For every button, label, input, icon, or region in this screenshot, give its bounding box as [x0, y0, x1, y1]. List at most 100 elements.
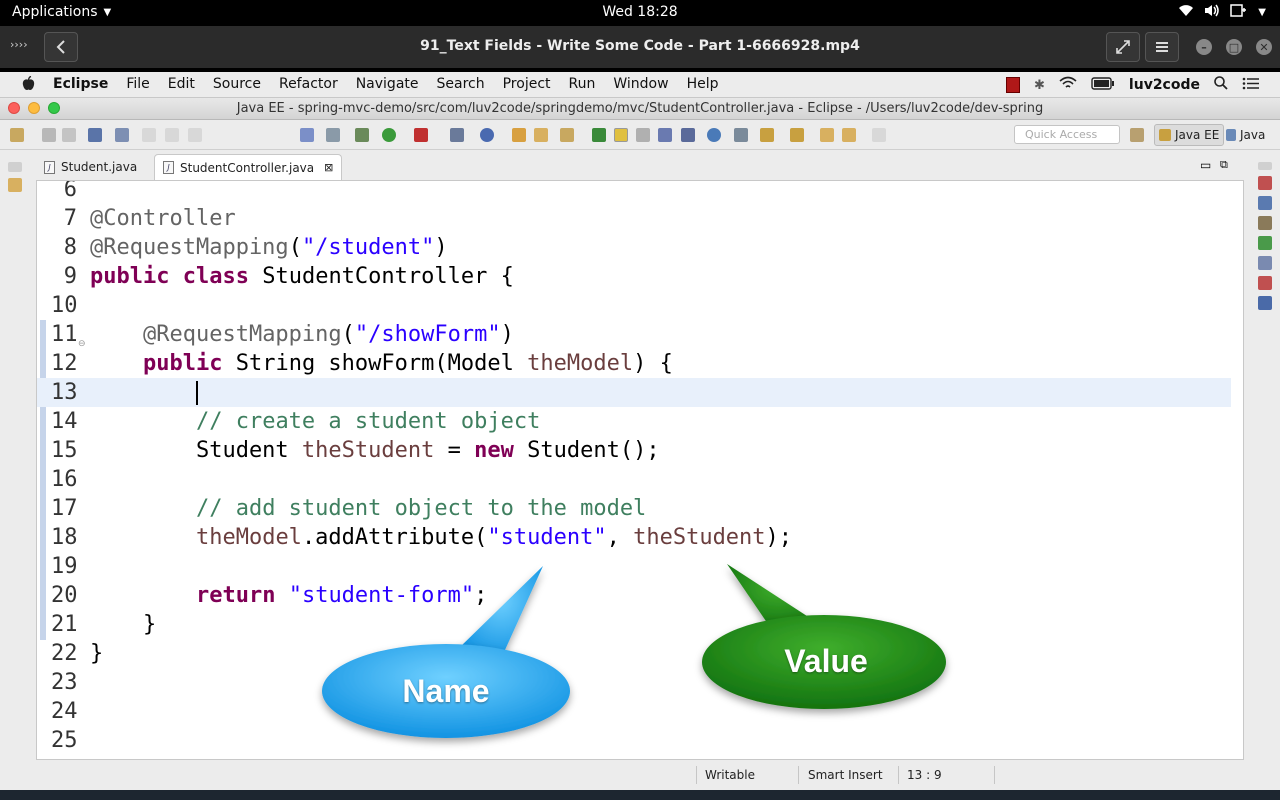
resume-icon[interactable] — [142, 128, 156, 142]
code-line[interactable]: 8 @RequestMapping("/student") — [37, 233, 1231, 262]
open-perspective-icon[interactable] — [1130, 128, 1144, 142]
code-text: // create a student object — [90, 407, 540, 436]
servers-icon[interactable] — [326, 128, 340, 142]
menu-project[interactable]: Project — [503, 76, 551, 95]
menu-file[interactable]: File — [126, 76, 149, 95]
back-icon[interactable] — [842, 128, 856, 142]
menu-window[interactable]: Window — [613, 76, 668, 95]
next-edit-icon[interactable] — [760, 128, 774, 142]
code-token: ( — [341, 322, 355, 347]
snippets-icon[interactable] — [1258, 256, 1272, 270]
code-line[interactable]: 25 — [37, 726, 1231, 755]
restore-icon[interactable] — [1258, 162, 1272, 170]
code-line[interactable]: 16 — [37, 465, 1231, 494]
code-line[interactable]: 14 // create a student object — [37, 407, 1231, 436]
next-annotation-icon[interactable] — [592, 128, 606, 142]
menu-eclipse[interactable]: Eclipse — [53, 76, 108, 95]
video-progress-strip[interactable] — [0, 790, 1280, 800]
paragraph-icon[interactable] — [681, 128, 695, 142]
code-line[interactable]: 9 public class StudentController { — [37, 262, 1231, 291]
wifi-status-icon[interactable] — [1059, 76, 1077, 94]
terminate-icon[interactable] — [188, 128, 202, 142]
previous-edit-icon[interactable] — [790, 128, 804, 142]
toggle-mark-occurrences-icon[interactable] — [614, 128, 628, 142]
terminal-icon[interactable] — [88, 128, 102, 142]
perspective-java-ee[interactable]: Java EE — [1154, 124, 1225, 146]
code-line[interactable]: 20 return "student-form"; — [37, 581, 1231, 610]
menu-edit[interactable]: Edit — [168, 76, 195, 95]
code-line[interactable]: 19 — [37, 552, 1231, 581]
code-line[interactable]: 15 Student theStudent = new Student(); — [37, 436, 1231, 465]
bluetooth-icon[interactable]: ✱ — [1034, 78, 1045, 93]
markers-icon[interactable] — [1258, 216, 1272, 230]
last-edit-location-icon[interactable] — [820, 128, 834, 142]
menu-source[interactable]: Source — [213, 76, 261, 95]
new-icon[interactable] — [10, 128, 24, 142]
edit-icon[interactable] — [560, 128, 574, 142]
new-server-icon[interactable] — [450, 128, 464, 142]
maximize-button[interactable]: □ — [1226, 39, 1242, 55]
run-icon[interactable] — [382, 128, 396, 142]
code-line[interactable]: 11 ⊖ @RequestMapping("/showForm") — [37, 320, 1231, 349]
restore-icon[interactable] — [8, 162, 22, 172]
save-all-icon[interactable] — [62, 128, 76, 142]
project-explorer-icon[interactable] — [8, 178, 22, 192]
recording-icon[interactable] — [1006, 77, 1021, 93]
external-tools-icon[interactable] — [414, 128, 428, 142]
code-line[interactable]: 24 — [37, 697, 1231, 726]
debug-icon[interactable] — [355, 128, 369, 142]
menu-run[interactable]: Run — [569, 76, 596, 95]
code-editor[interactable]: 6 7 @Controller 8 @RequestMapping("/student"… — [36, 180, 1244, 760]
code-line[interactable]: 12 public String showForm(Model theModel… — [37, 349, 1231, 378]
code-line[interactable]: 22} — [37, 639, 1231, 668]
minimize-editor-icon[interactable]: ▭ — [1200, 158, 1211, 172]
save-icon[interactable] — [42, 128, 56, 142]
code-line[interactable]: 13 — [37, 378, 1231, 407]
maximize-editor-icon[interactable]: ⧉ — [1220, 158, 1228, 172]
outline-icon[interactable] — [1258, 176, 1272, 190]
spotlight-search-icon[interactable] — [1214, 76, 1228, 94]
clock[interactable]: Wed 18:28 — [0, 4, 1280, 20]
fullscreen-button[interactable] — [1106, 32, 1140, 62]
menu-refactor[interactable]: Refactor — [279, 76, 338, 95]
problems-icon[interactable] — [1258, 276, 1272, 290]
code-line[interactable]: 21 } — [37, 610, 1231, 639]
code-line[interactable]: 18 theModel.addAttribute("student", theS… — [37, 523, 1231, 552]
user-name[interactable]: luv2code — [1129, 77, 1200, 93]
browser-icon[interactable] — [707, 128, 721, 142]
system-tray[interactable]: ▼ — [1178, 4, 1266, 21]
data-source-icon[interactable] — [1258, 236, 1272, 250]
menu-navigate[interactable]: Navigate — [356, 76, 419, 95]
menu-button[interactable] — [1145, 32, 1179, 62]
code-line[interactable]: 10 — [37, 291, 1231, 320]
minimize-button[interactable]: – — [1196, 39, 1212, 55]
quick-access-input[interactable]: Quick Access — [1014, 125, 1120, 144]
close-button[interactable]: ✕ — [1256, 39, 1272, 55]
perspective-java[interactable]: Java — [1222, 124, 1269, 146]
code-line[interactable]: 23 — [37, 668, 1231, 697]
code-line[interactable]: 7 @Controller — [37, 204, 1231, 233]
open-task-icon[interactable] — [300, 128, 314, 142]
suspend-icon[interactable] — [165, 128, 179, 142]
show-whitespace-icon[interactable] — [658, 128, 672, 142]
skip-breakpoints-icon[interactable] — [115, 128, 129, 142]
close-tab-icon[interactable]: ⊠ — [324, 161, 333, 174]
new-web-service-icon[interactable] — [480, 128, 494, 142]
console-icon[interactable] — [1258, 296, 1272, 310]
tab-student-java[interactable]: J Student.java — [36, 154, 145, 180]
battery-icon[interactable] — [1091, 76, 1115, 94]
block-selection-icon[interactable] — [636, 128, 650, 142]
menu-search[interactable]: Search — [437, 76, 485, 95]
apple-icon[interactable] — [22, 75, 35, 95]
code-line[interactable]: 17 // add student object to the model — [37, 494, 1231, 523]
code-line[interactable]: 6 — [37, 181, 1231, 204]
tab-student-controller-java[interactable]: J StudentController.java ⊠ — [154, 154, 343, 180]
open-folder-icon[interactable] — [534, 128, 548, 142]
open-type-icon[interactable] — [512, 128, 526, 142]
task-list-icon[interactable] — [1258, 196, 1272, 210]
synchronize-icon[interactable] — [734, 128, 748, 142]
menu-help[interactable]: Help — [687, 76, 719, 95]
notification-center-icon[interactable] — [1242, 77, 1260, 94]
forward-icon[interactable] — [872, 128, 886, 142]
